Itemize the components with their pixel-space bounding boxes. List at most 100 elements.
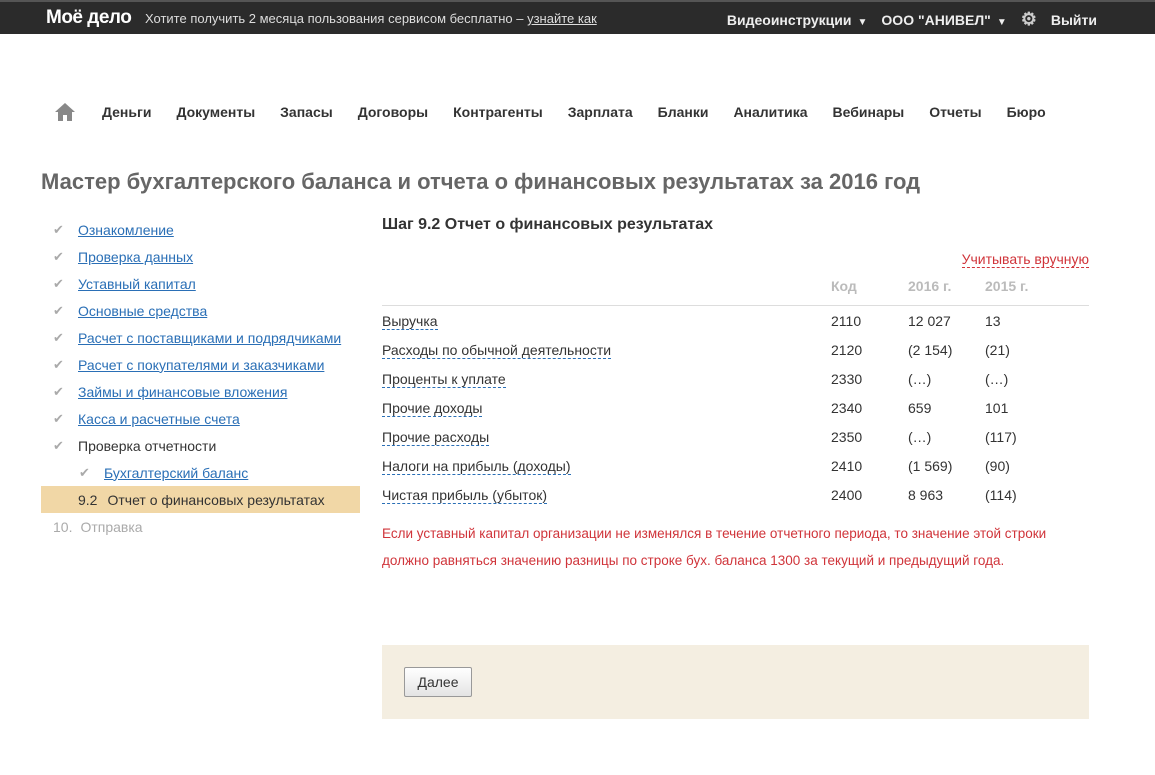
check-icon: ✔ xyxy=(53,221,64,237)
nav-contracts[interactable]: Договоры xyxy=(358,104,428,120)
report-table: Выручка 2110 12 027 13 Расходы по обычной де… xyxy=(382,306,1089,509)
row-name[interactable]: Выручка xyxy=(382,313,438,330)
step-link[interactable]: Бухгалтерский баланс xyxy=(104,465,248,481)
row-name[interactable]: Проценты к уплате xyxy=(382,371,506,388)
row-name[interactable]: Налоги на прибыль (доходы) xyxy=(382,458,571,475)
step-number: 10. xyxy=(53,518,73,535)
nav-bureau[interactable]: Бюро xyxy=(1007,104,1046,120)
step-link[interactable]: Расчет с покупателями и заказчиками xyxy=(78,357,324,373)
main-content: Шаг 9.2 Отчет о финансовых результатах У… xyxy=(382,216,1089,568)
active-step: 9.2 Отчет о финансовых результатах xyxy=(41,486,360,513)
table-row: Выручка 2110 12 027 13 xyxy=(382,306,1089,335)
check-icon: ✔ xyxy=(53,410,64,426)
nav-webinars[interactable]: Вебинары xyxy=(833,104,905,120)
row-2016: (2 154) xyxy=(908,342,953,358)
step-item: ✔ Проверка отчетности xyxy=(41,432,360,459)
nav-stock[interactable]: Запасы xyxy=(280,104,333,120)
promo-link[interactable]: узнайте как xyxy=(527,11,597,26)
check-icon: ✔ xyxy=(53,302,64,318)
row-code: 2330 xyxy=(831,371,863,387)
row-2016: (…) xyxy=(908,429,932,445)
check-icon: ✔ xyxy=(53,437,64,453)
step-label: Отчет о финансовых результатах xyxy=(107,491,325,508)
row-2016: 12 027 xyxy=(908,313,951,329)
row-2016: 8 963 xyxy=(908,487,944,503)
page-title: Мастер бухгалтерского баланса и отчета о… xyxy=(41,169,921,194)
company-menu[interactable]: ООО "АНИВЕЛ" ▼ xyxy=(881,12,1006,28)
nav-salary[interactable]: Зарплата xyxy=(568,104,633,120)
table-row: Прочие доходы 2340 659 101 xyxy=(382,393,1089,422)
row-2016: (1 569) xyxy=(908,458,953,474)
nav-reports[interactable]: Отчеты xyxy=(929,104,981,120)
header-code: Код xyxy=(831,278,857,294)
step-label: Проверка отчетности xyxy=(78,437,217,454)
gear-icon[interactable]: ⚙ xyxy=(1021,9,1037,30)
footer-panel: Далее xyxy=(382,645,1089,719)
row-name[interactable]: Чистая прибыль (убыток) xyxy=(382,487,548,504)
table-header: Код 2016 г. 2015 г. xyxy=(382,278,1089,306)
warning-text: Если уставный капитал организации не изм… xyxy=(382,526,1047,568)
row-code: 2110 xyxy=(831,313,862,329)
logo[interactable]: Моё дело xyxy=(46,7,132,29)
row-2015: (90) xyxy=(985,458,1010,474)
nav-analytics[interactable]: Аналитика xyxy=(733,104,807,120)
row-2015: (…) xyxy=(985,371,1009,387)
header-2015: 2015 г. xyxy=(985,278,1029,294)
manual-entry-link[interactable]: Учитывать вручную xyxy=(961,251,1089,268)
row-2015: 13 xyxy=(985,313,1001,329)
step-link[interactable]: Расчет с поставщиками и подрядчиками xyxy=(78,330,341,346)
step-item: ✔ Расчет с поставщиками и подрядчиками xyxy=(41,324,360,351)
promo-label: Хотите получить 2 месяца пользования сер… xyxy=(145,11,524,26)
step-link[interactable]: Касса и расчетные счета xyxy=(78,411,240,427)
row-code: 2350 xyxy=(831,429,863,445)
step-link[interactable]: Ознакомление xyxy=(78,222,174,238)
step-number: 9.2 xyxy=(78,491,98,508)
nav-money[interactable]: Деньги xyxy=(102,104,151,120)
step-item: ✔ Расчет с покупателями и заказчиками xyxy=(41,351,360,378)
nav-counterparties[interactable]: Контрагенты xyxy=(453,104,543,120)
row-name[interactable]: Прочие расходы xyxy=(382,429,490,446)
next-button[interactable]: Далее xyxy=(404,667,472,697)
step-item: ✔ Проверка данных xyxy=(41,243,360,270)
home-icon[interactable] xyxy=(54,102,76,122)
step-item: ✔ Касса и расчетные счета xyxy=(41,405,360,432)
header-2016: 2016 г. xyxy=(908,278,952,294)
row-code: 2400 xyxy=(831,487,863,503)
main-nav: Деньги Документы Запасы Договоры Контраг… xyxy=(54,102,1071,122)
row-2016: (…) xyxy=(908,371,932,387)
row-name[interactable]: Прочие доходы xyxy=(382,400,483,417)
chevron-down-icon: ▼ xyxy=(996,16,1007,28)
table-row: Налоги на прибыль (доходы) 2410 (1 569) (90… xyxy=(382,451,1089,480)
step-link[interactable]: Уставный капитал xyxy=(78,276,196,292)
nav-forms[interactable]: Бланки xyxy=(658,104,709,120)
promo-text: Хотите получить 2 месяца пользования сер… xyxy=(145,11,597,26)
video-label: Видеоинструкции xyxy=(726,11,852,28)
check-icon: ✔ xyxy=(53,329,64,345)
check-icon: ✔ xyxy=(53,275,64,291)
table-row: Чистая прибыль (убыток) 2400 8 963 (114) xyxy=(382,480,1089,509)
video-menu[interactable]: Видеоинструкции ▼ xyxy=(727,12,868,28)
step-link[interactable]: Проверка данных xyxy=(78,249,193,265)
step-label: Отправка xyxy=(80,518,143,535)
check-icon: ✔ xyxy=(79,464,90,480)
table-row: Прочие расходы 2350 (…) (117) xyxy=(382,422,1089,451)
chevron-down-icon: ▼ xyxy=(857,16,868,28)
step-link[interactable]: Займы и финансовые вложения xyxy=(78,384,287,400)
company-label: ООО "АНИВЕЛ" xyxy=(881,11,991,28)
row-name[interactable]: Расходы по обычной деятельности xyxy=(382,342,612,359)
step-link[interactable]: Основные средства xyxy=(78,303,207,319)
row-2015: (21) xyxy=(985,342,1010,358)
row-2015: (117) xyxy=(985,429,1017,445)
row-2015: 101 xyxy=(985,400,1009,416)
check-icon: ✔ xyxy=(53,383,64,399)
nav-documents[interactable]: Документы xyxy=(176,104,255,120)
check-icon: ✔ xyxy=(53,248,64,264)
table-row: Расходы по обычной деятельности 2120 (2 15… xyxy=(382,335,1089,364)
step-item: ✔ Уставный капитал xyxy=(41,270,360,297)
logout-button[interactable]: Выйти xyxy=(1051,12,1097,28)
table-row: Проценты к уплате 2330 (…) (…) xyxy=(382,364,1089,393)
step-heading: Шаг 9.2 Отчет о финансовых результатах xyxy=(382,216,713,233)
row-code: 2410 xyxy=(831,458,863,474)
row-2015: (114) xyxy=(985,487,1017,503)
step-item: ✔ Займы и финансовые вложения xyxy=(41,378,360,405)
